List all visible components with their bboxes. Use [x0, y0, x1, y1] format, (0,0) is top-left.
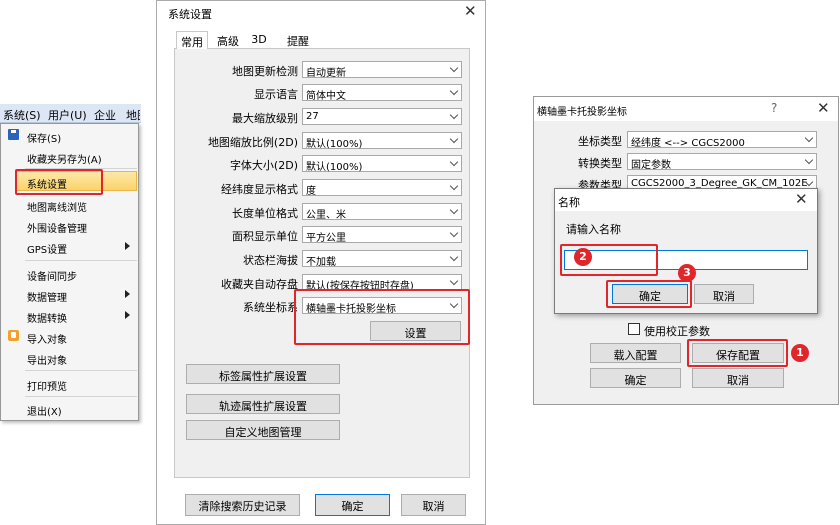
select-font-size[interactable]: 默认(100%): [302, 155, 462, 173]
menu-item-exit[interactable]: 退出(X): [27, 403, 62, 418]
cancel-button[interactable]: 取消: [401, 494, 466, 516]
tm-cancel-button[interactable]: 取消: [692, 368, 784, 388]
tab-common[interactable]: 常用: [176, 31, 208, 49]
label-favorites-autosave: 收藏夹自动存盘: [221, 278, 298, 291]
step-badge-1: 1: [791, 344, 809, 362]
label-map-scale: 地图缩放比例(2D): [207, 136, 298, 149]
import-icon: [8, 330, 19, 341]
highlight-box-menu: [15, 169, 103, 195]
menu-item-data-convert[interactable]: 数据转换: [27, 310, 67, 325]
select-length-unit[interactable]: 公里、米: [302, 203, 462, 221]
select-max-zoom[interactable]: 27: [302, 108, 462, 125]
label-map-update: 地图更新检测: [232, 65, 298, 78]
select-coord-type[interactable]: 经纬度 <--> CGCS2000: [627, 131, 817, 149]
select-latlon-format[interactable]: 度: [302, 179, 462, 197]
track-extension-button[interactable]: 轨迹属性扩展设置: [186, 394, 340, 414]
load-config-button[interactable]: 载入配置: [590, 343, 681, 363]
select-area-unit[interactable]: 平方公里: [302, 226, 462, 244]
tm-titlebar: 横轴墨卡托投影坐标 ? ✕: [534, 97, 838, 121]
clear-history-button[interactable]: 清除搜索历史记录: [185, 494, 300, 516]
calibration-checkbox[interactable]: [628, 323, 640, 335]
save-icon: [8, 129, 19, 140]
menu-system[interactable]: 系统(S): [3, 107, 41, 123]
menu-item-export[interactable]: 导出对象: [27, 352, 67, 367]
menu-item-device-sync[interactable]: 设备间同步: [27, 268, 77, 283]
close-icon[interactable]: ✕: [795, 190, 808, 208]
dialog-title: 系统设置: [168, 8, 212, 21]
menu-user[interactable]: 用户(U): [48, 107, 87, 123]
custom-map-button[interactable]: 自定义地图管理: [186, 420, 340, 440]
label-coord-type: 坐标类型: [578, 135, 622, 148]
menu-enterprise[interactable]: 企业: [94, 107, 116, 123]
menu-item-peripheral[interactable]: 外围设备管理: [27, 220, 87, 235]
select-map-scale[interactable]: 默认(100%): [302, 132, 462, 150]
select-statusbar-altitude[interactable]: 不加载: [302, 250, 462, 268]
ok-button[interactable]: 确定: [315, 494, 390, 516]
submenu-arrow-icon: [125, 290, 130, 298]
close-icon[interactable]: ✕: [464, 2, 477, 20]
menu-map[interactable]: 地图: [126, 107, 140, 123]
label-latlon-format: 经纬度显示格式: [221, 183, 298, 196]
select-map-update[interactable]: 自动更新: [302, 61, 462, 79]
menu-item-data-manage[interactable]: 数据管理: [27, 289, 67, 304]
name-cancel-button[interactable]: 取消: [694, 284, 754, 304]
tm-title: 横轴墨卡托投影坐标: [537, 107, 627, 118]
label-length-unit: 长度单位格式: [232, 207, 298, 220]
submenu-arrow-icon: [125, 311, 130, 319]
name-title: 名称: [558, 196, 580, 209]
highlight-box-coordinate: [294, 289, 470, 345]
label-statusbar-altitude: 状态栏海拔: [243, 254, 298, 267]
main-menubar: 系统(S) 用户(U) 企业 地图: [0, 104, 141, 123]
highlight-box-ok: [606, 280, 692, 308]
menu-item-print-preview[interactable]: 打印预览: [27, 378, 67, 393]
submenu-arrow-icon: [125, 242, 130, 250]
name-prompt: 请输入名称: [566, 223, 621, 236]
label-language: 显示语言: [254, 88, 298, 101]
help-icon[interactable]: ?: [771, 101, 777, 115]
menu-item-import[interactable]: 导入对象: [27, 331, 67, 346]
label-max-zoom: 最大缩放级别: [232, 112, 298, 125]
label-area-unit: 面积显示单位: [232, 230, 298, 243]
menu-item-gps[interactable]: GPS设置: [27, 241, 67, 256]
menu-item-save[interactable]: 保存(S): [27, 130, 61, 145]
select-transform-type[interactable]: 固定参数: [627, 153, 817, 171]
calibration-label: 使用校正参数: [644, 325, 710, 338]
label-coordinate-system: 系统坐标系: [243, 301, 298, 314]
label-font-size: 字体大小(2D): [229, 159, 298, 172]
tab-3d[interactable]: 3D: [246, 31, 272, 49]
name-titlebar: 名称 ✕: [555, 189, 817, 211]
menu-item-offline-map[interactable]: 地图离线浏览: [27, 199, 87, 214]
system-menu-panel: 保存(S) 收藏夹另存为(A) 系统设置 地图离线浏览 外围设备管理 GPS设置…: [0, 123, 139, 421]
highlight-box-save: [687, 339, 788, 367]
label-transform-type: 转换类型: [578, 157, 622, 170]
select-language[interactable]: 简体中文: [302, 84, 462, 102]
close-icon[interactable]: ✕: [817, 99, 830, 117]
tm-ok-button[interactable]: 确定: [590, 368, 681, 388]
step-badge-2: 2: [574, 248, 592, 266]
menu-item-save-favorites-as[interactable]: 收藏夹另存为(A): [27, 151, 102, 166]
tab-reminder[interactable]: 提醒: [282, 31, 314, 49]
tab-advanced[interactable]: 高级: [212, 31, 244, 49]
step-badge-3: 3: [678, 264, 696, 282]
tag-extension-button[interactable]: 标签属性扩展设置: [186, 364, 340, 384]
